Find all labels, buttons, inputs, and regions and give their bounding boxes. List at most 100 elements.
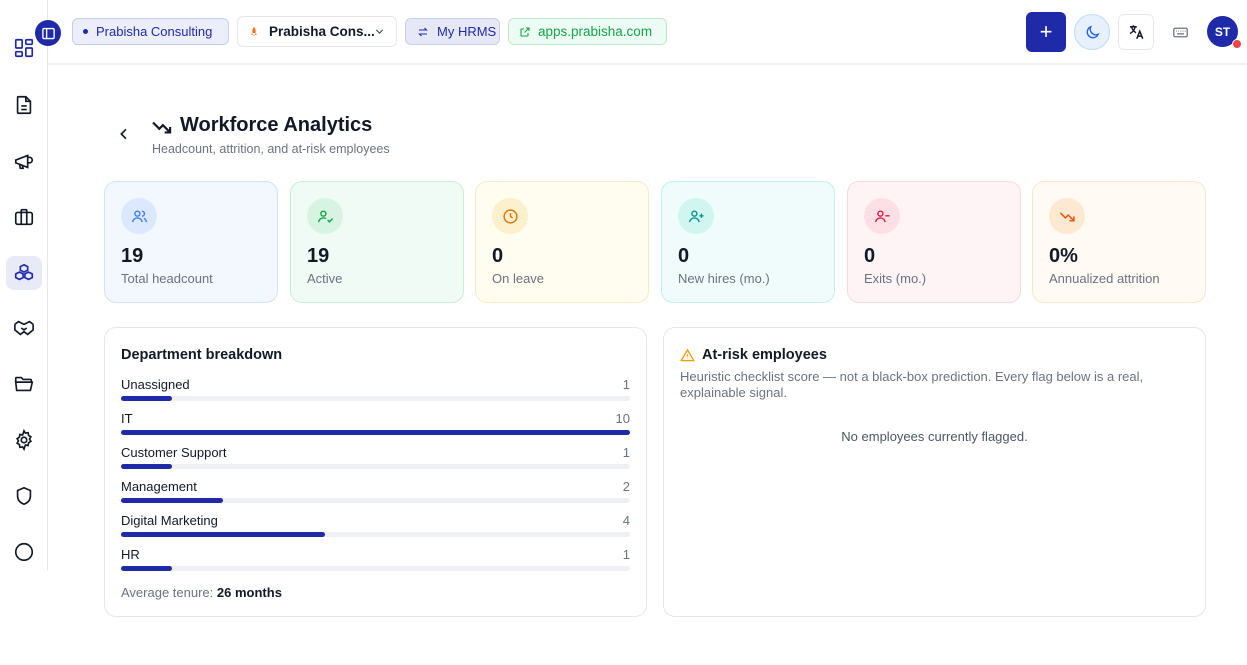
top-header: Prabisha Consulting Prabisha Cons... My … (48, 0, 1247, 65)
trending-down-icon (1059, 211, 1075, 222)
site-link[interactable]: apps.prabisha.com (508, 18, 667, 45)
department-name: Customer Support (121, 445, 227, 460)
stat-icon-wrap (1049, 198, 1085, 234)
translate-icon (1129, 25, 1144, 40)
dashboard-icon (14, 38, 34, 58)
handshake-icon (14, 320, 34, 336)
tenure-label: Average tenure: (121, 585, 214, 600)
keyboard-icon (1172, 27, 1188, 37)
department-bar-fill (121, 396, 172, 401)
department-row: IT 10 (121, 411, 630, 439)
language-button[interactable] (1118, 14, 1154, 50)
stat-value: 0 (678, 245, 690, 267)
moon-icon (1086, 24, 1100, 38)
company-select-value: Prabisha Cons... (269, 24, 375, 39)
sidebar-item-analytics[interactable] (6, 256, 42, 290)
department-count: 2 (622, 479, 630, 494)
department-bar-fill (121, 430, 630, 435)
users-icon (131, 209, 147, 222)
stat-label: On leave (492, 271, 545, 286)
site-link-label: apps.prabisha.com (538, 24, 653, 39)
sidebar-item-partners[interactable] (6, 311, 42, 345)
sidebar-toggle-button[interactable] (35, 20, 61, 46)
plus-icon: + (1039, 19, 1053, 44)
organization-dot-icon (83, 29, 88, 34)
stat-value: 0 (492, 245, 504, 267)
stat-value: 19 (121, 245, 144, 267)
sidebar-panel-icon (41, 27, 55, 39)
stat-label: Exits (mo.) (864, 271, 927, 286)
stat-icon-wrap (307, 198, 343, 234)
sidebar-item-security[interactable] (6, 479, 42, 513)
stat-label: New hires (mo.) (678, 271, 770, 286)
user-avatar[interactable]: ST (1207, 16, 1242, 49)
add-button[interactable]: + (1026, 12, 1066, 52)
theme-toggle-button[interactable] (1074, 14, 1110, 50)
department-bar-track (121, 396, 630, 401)
user-check-icon (317, 209, 333, 223)
stat-card-headcount: 19 Total headcount (104, 181, 278, 303)
department-count: 1 (622, 377, 630, 392)
page-subtitle: Headcount, attrition, and at-risk employ… (152, 142, 390, 156)
department-bar-fill (121, 464, 172, 469)
stat-icon-wrap (678, 198, 714, 234)
stat-card-active: 19 Active (290, 181, 464, 303)
cubes-icon (14, 263, 34, 281)
sidebar-item-announcements[interactable] (6, 144, 42, 178)
sidebar-item-more[interactable] (6, 535, 42, 569)
chevron-down-icon (375, 29, 384, 34)
sidebar-item-files[interactable] (6, 367, 42, 401)
organization-badge[interactable]: Prabisha Consulting (72, 18, 229, 45)
company-select[interactable]: Prabisha Cons... (237, 16, 397, 47)
stat-icon-wrap (121, 198, 157, 234)
sidebar-item-jobs[interactable] (6, 200, 42, 234)
document-icon (16, 95, 32, 115)
department-name: Management (121, 479, 197, 494)
department-bar-fill (121, 498, 223, 503)
sidebar-item-settings[interactable] (6, 423, 42, 457)
stat-value: 19 (307, 245, 330, 267)
page-title: Workforce Analytics (180, 114, 373, 136)
swap-icon (418, 27, 428, 36)
department-bar-track (121, 430, 630, 435)
stat-value: 0% (1049, 245, 1078, 267)
rocket-icon (251, 26, 257, 36)
department-bar-track (121, 464, 630, 469)
panel-title: Department breakdown (121, 347, 283, 363)
avatar-initials: ST (1214, 24, 1231, 39)
department-bar-track (121, 498, 630, 503)
stat-card-on-leave: 0 On leave (475, 181, 649, 303)
keyboard-shortcuts-button[interactable] (1166, 12, 1194, 52)
sidebar-item-documents[interactable] (6, 88, 42, 122)
external-link-icon (520, 26, 530, 37)
stat-card-attrition: 0% Annualized attrition (1032, 181, 1206, 303)
department-count: 4 (622, 513, 630, 528)
warning-icon (680, 348, 695, 361)
stat-label: Active (307, 271, 343, 286)
stat-label: Total headcount (121, 271, 213, 286)
stat-card-exits: 0 Exits (mo.) (847, 181, 1021, 303)
shield-icon (16, 486, 32, 506)
department-bar-track (121, 532, 630, 537)
average-tenure: Average tenure: 26 months (121, 585, 282, 600)
my-hrms-button[interactable]: My HRMS (405, 18, 500, 45)
department-row: Unassigned 1 (121, 377, 630, 405)
folder-icon (14, 376, 34, 392)
at-risk-header: At-risk employees (680, 347, 827, 363)
department-bar-track (121, 566, 630, 571)
stat-label: Annualized attrition (1049, 271, 1160, 286)
organization-label: Prabisha Consulting (96, 24, 213, 39)
megaphone-icon (14, 154, 34, 170)
stat-card-new-hires: 0 New hires (mo.) (661, 181, 835, 303)
department-name: Unassigned (121, 377, 190, 392)
my-hrms-label: My HRMS (437, 24, 497, 39)
department-row: HR 1 (121, 547, 630, 575)
department-name: Digital Marketing (121, 513, 218, 528)
gear-icon (15, 429, 33, 451)
panel-title: At-risk employees (702, 347, 827, 363)
user-plus-icon (688, 209, 704, 222)
department-count: 10 (615, 411, 630, 426)
back-arrow-icon[interactable] (116, 126, 132, 142)
user-minus-icon (874, 209, 890, 222)
department-row: Digital Marketing 4 (121, 513, 630, 541)
